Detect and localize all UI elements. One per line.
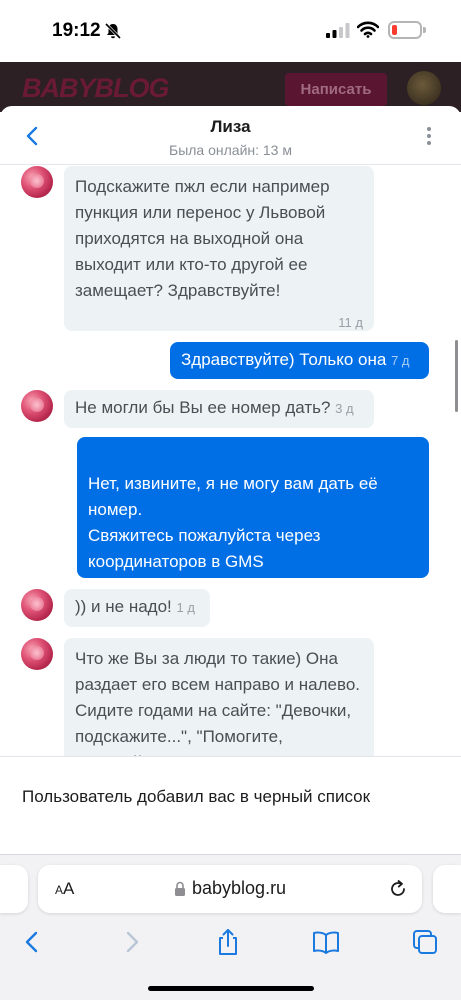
message-incoming: Что же Вы за люди то такие) Она раздает … xyxy=(64,638,374,756)
share-icon[interactable] xyxy=(213,927,243,957)
message-text: )) и не надо! xyxy=(75,597,172,616)
message-incoming: )) и не надо! 1 д xyxy=(64,589,210,627)
site-logo[interactable]: BABYBLOG xyxy=(22,73,169,104)
status-time: 19:12 xyxy=(52,20,101,41)
tabs-icon[interactable] xyxy=(410,927,440,957)
contact-avatar[interactable] xyxy=(21,166,53,198)
battery-icon xyxy=(388,21,426,39)
wifi-icon xyxy=(357,21,379,38)
lock-icon xyxy=(175,881,185,896)
message-outgoing: Нет, извините, я не могу вам дать её ном… xyxy=(77,437,429,601)
safari-bottom-bar: AA babyblog.ru xyxy=(0,854,461,1000)
home-indicator[interactable] xyxy=(148,986,314,991)
chat-contact-name: Лиза xyxy=(210,117,251,136)
write-button[interactable]: Написать xyxy=(285,73,387,106)
more-menu-icon[interactable] xyxy=(425,127,433,147)
previous-tab-preview[interactable] xyxy=(0,865,28,913)
bookmarks-icon[interactable] xyxy=(311,927,341,957)
blacklist-notice-text: Пользователь добавил вас в черный список xyxy=(22,787,371,806)
blacklist-notice: Пользователь добавил вас в черный список xyxy=(0,756,461,853)
bell-muted-icon xyxy=(104,22,122,40)
message-text: Подскажите пжл если например пункция или… xyxy=(75,177,330,300)
cellular-signal-icon xyxy=(326,23,350,38)
message-incoming: Не могли бы Вы ее номер дать? 3 д xyxy=(64,390,374,428)
message-incoming: Подскажите пжл если например пункция или… xyxy=(64,166,374,331)
scrollbar[interactable] xyxy=(455,340,458,412)
chat-header: Лиза Была онлайн: 13 м xyxy=(0,106,461,165)
message-time: 11 д xyxy=(338,315,363,330)
message-text: Здравствуйте) Только она xyxy=(181,350,387,369)
message-text: Не могли бы Вы ее номер дать? xyxy=(75,398,331,417)
message-list[interactable]: Подскажите пжл если например пункция или… xyxy=(0,166,461,756)
chat-contact-status: Была онлайн: 13 м xyxy=(169,142,292,158)
contact-avatar[interactable] xyxy=(21,638,53,670)
reload-icon[interactable] xyxy=(388,879,408,899)
message-time: 1 д xyxy=(176,600,195,615)
contact-avatar[interactable] xyxy=(21,589,53,621)
user-avatar[interactable] xyxy=(407,71,441,105)
site-header: BABYBLOG Написать xyxy=(0,62,461,112)
address-domain: babyblog.ru xyxy=(192,878,287,898)
next-tab-preview[interactable] xyxy=(433,865,461,913)
browser-back-icon[interactable] xyxy=(18,927,48,957)
message-outgoing: Здравствуйте) Только она 7 д xyxy=(170,342,429,379)
message-text: Что же Вы за люди то такие) Она раздает … xyxy=(75,649,361,756)
address-bar[interactable]: AA babyblog.ru xyxy=(38,865,422,913)
status-bar: 19:12 xyxy=(0,0,461,62)
contact-avatar[interactable] xyxy=(21,390,53,422)
message-time: 7 д xyxy=(391,353,410,368)
message-text: Нет, извините, я не могу вам дать её ном… xyxy=(88,474,378,571)
message-time: 3 д xyxy=(335,401,354,416)
browser-forward-icon[interactable] xyxy=(116,927,146,957)
text-size-button[interactable]: AA xyxy=(55,879,74,899)
